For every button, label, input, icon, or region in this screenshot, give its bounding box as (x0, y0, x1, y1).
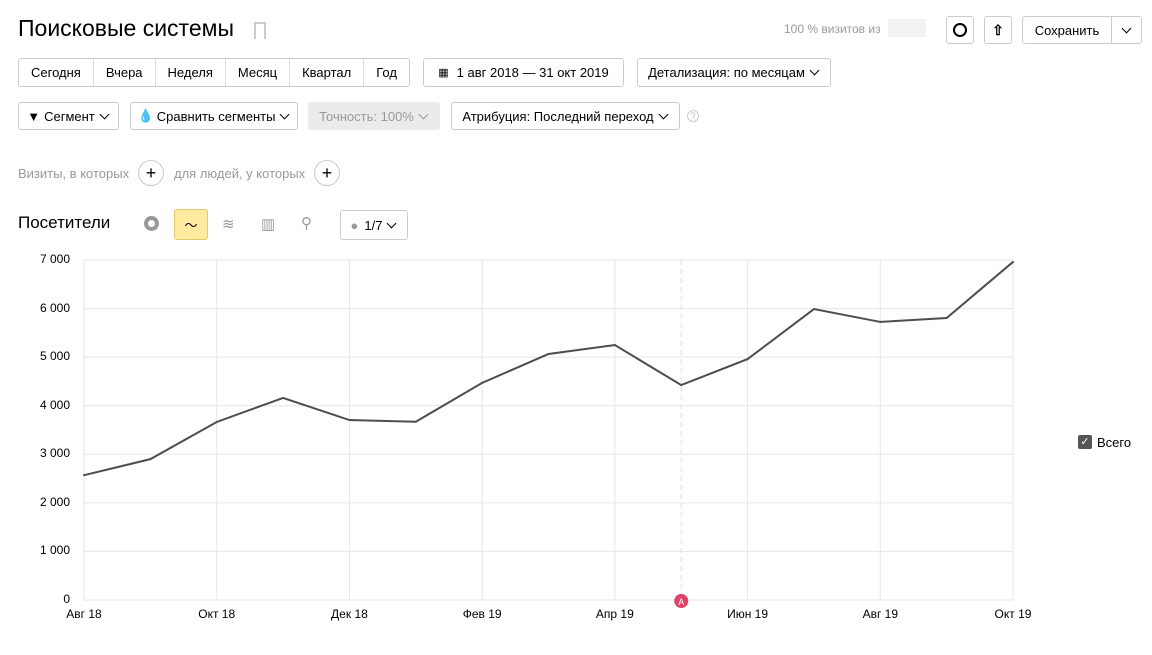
x-tick-label: Авг 19 (862, 607, 898, 621)
data-point (680, 384, 683, 387)
x-tick-label: Авг 18 (66, 607, 102, 621)
y-tick-label: 6 000 (39, 300, 70, 315)
x-tick-label: Фев 19 (462, 607, 502, 621)
data-point (1012, 260, 1014, 263)
line-chart: A (83, 259, 1014, 608)
data-point (945, 317, 948, 320)
y-tick-label: 7 000 (39, 252, 70, 266)
data-point (879, 320, 882, 323)
series-line-total (83, 261, 1014, 477)
data-point (282, 396, 285, 399)
data-point (149, 458, 152, 461)
x-tick-label: Окт 19 (994, 607, 1032, 621)
x-tick-label: Окт 18 (198, 607, 236, 621)
data-point (481, 381, 484, 384)
data-point (746, 358, 749, 361)
y-tick-label: 2 000 (39, 494, 70, 509)
y-tick-label: 3 000 (39, 446, 70, 461)
x-tick-label: Июн 19 (727, 607, 769, 621)
y-tick-label: 5 000 (39, 349, 70, 364)
data-point (83, 474, 85, 477)
data-point (348, 419, 351, 422)
data-point (547, 352, 550, 355)
legend-label-total[interactable]: Всего (1097, 435, 1131, 450)
data-point (215, 420, 218, 423)
data-point (613, 344, 616, 346)
annotation-marker-label: A (678, 597, 684, 607)
legend-checkbox[interactable]: ✓ (1078, 435, 1092, 449)
x-tick-label: Дек 18 (331, 607, 368, 621)
y-tick-label: 0 (63, 592, 70, 606)
x-tick-label: Апр 19 (595, 607, 634, 621)
y-tick-label: 1 000 (39, 543, 70, 558)
data-point (812, 308, 815, 311)
data-point (414, 420, 417, 423)
y-tick-label: 4 000 (39, 397, 70, 412)
